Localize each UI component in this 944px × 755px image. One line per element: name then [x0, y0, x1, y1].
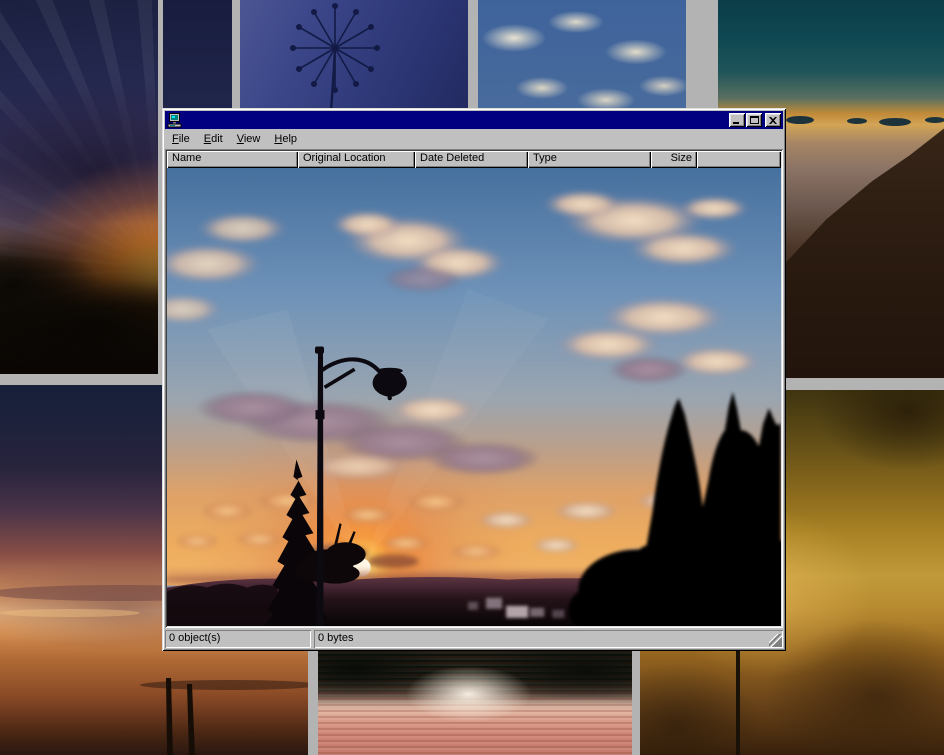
menu-item-view[interactable]: View [231, 131, 267, 147]
list-view-background-photo[interactable] [167, 168, 781, 626]
wallpaper-tile-foggy-ridge [718, 0, 944, 378]
menu-bar: FileEditViewHelp [165, 129, 783, 149]
status-bar: 0 object(s)0 bytes [165, 630, 783, 648]
resize-grip-icon[interactable] [769, 634, 782, 647]
column-header-size[interactable]: Size [651, 151, 697, 168]
recycle-bin-window[interactable]: FileEditViewHelp NameOriginal LocationDa… [162, 108, 786, 651]
status-panel-2: 0 bytes [314, 630, 783, 648]
lamppost-sunset-photo [167, 168, 781, 626]
titlebar[interactable] [165, 111, 783, 129]
list-view-frame: NameOriginal LocationDate DeletedTypeSiz… [165, 149, 783, 628]
status-panel-1: 0 object(s) [165, 630, 311, 648]
pole-silhouette [736, 648, 740, 755]
ridge-islands-graphic [718, 0, 944, 378]
column-header-type[interactable]: Type [528, 151, 651, 168]
computer-icon [167, 112, 183, 128]
menu-item-edit[interactable]: Edit [198, 131, 229, 147]
column-header-date-deleted[interactable]: Date Deleted [415, 151, 528, 168]
menu-item-file[interactable]: File [166, 131, 196, 147]
menu-item-help[interactable]: Help [268, 131, 303, 147]
column-header-name[interactable]: Name [167, 151, 298, 168]
column-header-original-location[interactable]: Original Location [298, 151, 415, 168]
wallpaper-tile-sunset-rays [0, 0, 158, 374]
column-headers: NameOriginal LocationDate DeletedTypeSiz… [167, 151, 781, 168]
wallpaper-tile-water-reflection [318, 650, 632, 755]
desktop: { "window": { "title": "", "titlebar_ico… [0, 0, 944, 755]
